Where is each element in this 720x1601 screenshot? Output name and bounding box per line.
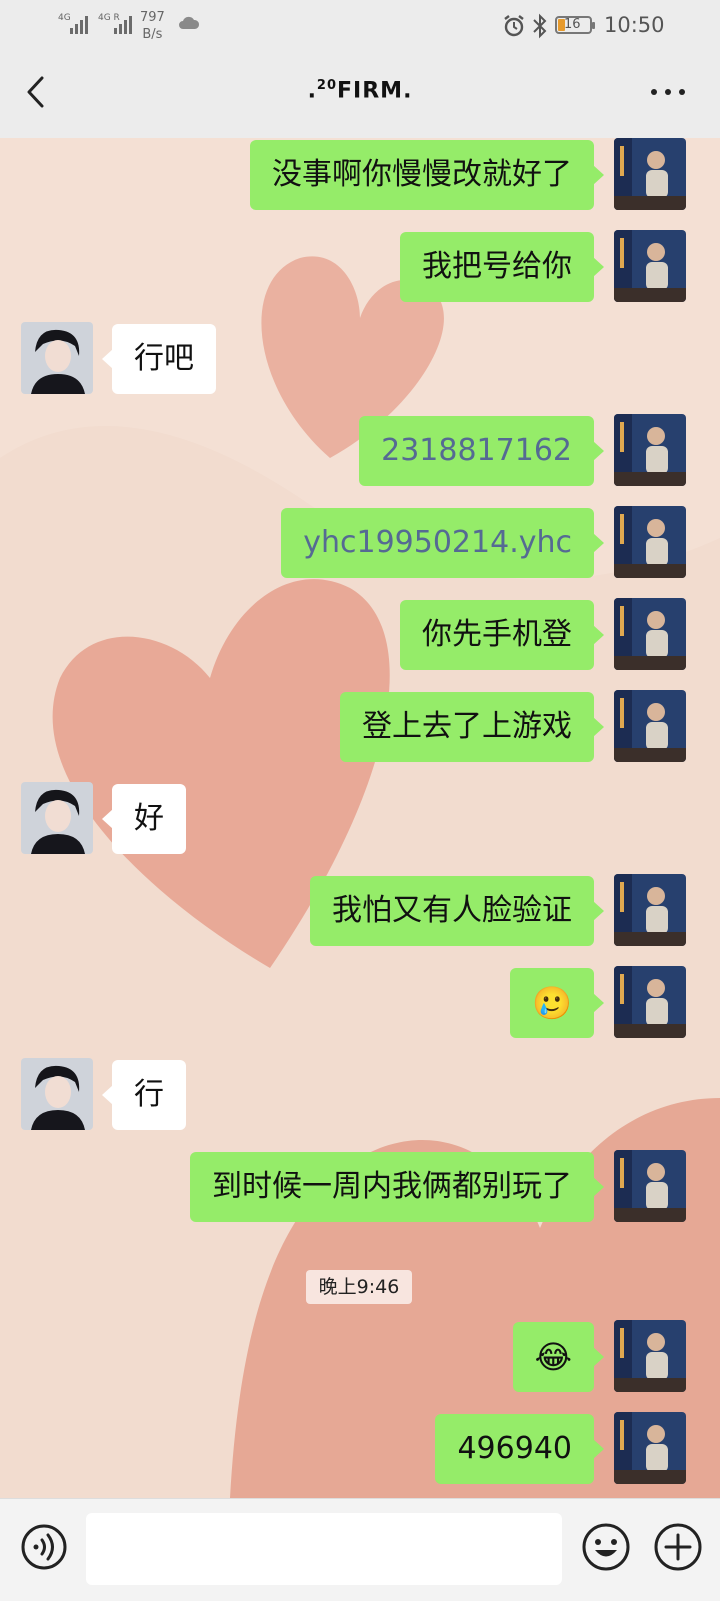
status-time: 10:50 [604,13,665,37]
bluetooth-icon [533,13,547,39]
nav-bar: .20FIRM. [0,52,720,138]
signal-1-icon [70,16,88,34]
contact-avatar[interactable] [21,1058,93,1130]
message-row: 到时候一周内我俩都别玩了 [0,1150,720,1222]
more-dots-icon[interactable] [648,84,688,100]
my-avatar[interactable] [614,506,686,578]
chat-title: .20FIRM. [0,78,720,103]
my-avatar[interactable] [614,1412,686,1484]
my-avatar[interactable] [614,230,686,302]
sent-bubble[interactable]: yhc19950214.yhc [281,508,604,578]
my-avatar[interactable] [614,598,686,670]
title-main: FIRM. [337,78,413,104]
contact-avatar[interactable] [21,322,93,394]
sent-bubble[interactable]: 到时候一周内我俩都别玩了 [190,1152,604,1222]
message-row: 好 [0,782,720,854]
my-avatar[interactable] [614,966,686,1038]
plus-icon[interactable] [652,1521,704,1573]
status-bar: 4G 4G R 797 B/s 16 10:50 [0,0,720,52]
message-row: 你先手机登 [0,598,720,670]
sent-bubble[interactable]: 我怕又有人脸验证 [310,876,604,946]
signal-2-icon [114,16,132,34]
input-bar [0,1498,720,1601]
title-superscript: 20 [316,78,338,93]
message-row: 行吧 [0,322,720,394]
received-bubble[interactable]: 好 [102,784,186,854]
net-speed-unit: B/s [142,27,163,42]
my-avatar[interactable] [614,1150,686,1222]
message-row: 🥲 [0,966,720,1038]
message-row: 我怕又有人脸验证 [0,874,720,946]
battery-icon: 16 [555,16,595,34]
sent-bubble[interactable]: 你先手机登 [400,600,604,670]
net-speed: 797 B/s [140,9,165,43]
sent-bubble[interactable]: 496940 [435,1414,604,1484]
top-bar: 4G 4G R 797 B/s 16 10:50 .20FIRM. [0,0,720,138]
my-avatar[interactable] [614,1320,686,1392]
contact-avatar[interactable] [21,782,93,854]
message-row: 没事啊你慢慢改就好了 [0,138,720,210]
timestamp: 晚上9:46 [306,1270,412,1304]
message-row: 496940 [0,1412,720,1484]
emoji-icon[interactable] [580,1521,632,1573]
message-row: 2318817162 [0,414,720,486]
message-list[interactable]: 没事啊你慢慢改就好了 我把号给你 行吧 2318817162 yhc199502… [0,138,720,1498]
my-avatar[interactable] [614,874,686,946]
sent-bubble[interactable]: 没事啊你慢慢改就好了 [250,140,604,210]
message-row: 登上去了上游戏 [0,690,720,762]
received-bubble[interactable]: 行吧 [102,324,216,394]
cloud-icon [179,16,200,29]
net-speed-value: 797 [140,10,165,25]
received-bubble[interactable]: 行 [102,1060,186,1130]
message-row: 我把号给你 [0,230,720,302]
my-avatar[interactable] [614,414,686,486]
my-avatar[interactable] [614,690,686,762]
title-prefix: . [307,78,317,104]
alarm-icon [504,15,524,37]
message-input[interactable] [86,1513,562,1585]
sent-bubble[interactable]: 登上去了上游戏 [340,692,604,762]
sent-bubble[interactable]: 😂 [512,1322,605,1392]
sent-bubble[interactable]: 我把号给你 [400,232,604,302]
sent-bubble[interactable]: 🥲 [510,968,604,1038]
message-row: 😂 [0,1320,720,1392]
signal-1-label: 4G [58,13,71,23]
message-row: 行 [0,1058,720,1130]
message-row: yhc19950214.yhc [0,506,720,578]
battery-level: 16 [564,17,581,32]
sent-bubble[interactable]: 2318817162 [359,416,604,486]
voice-icon[interactable] [20,1523,68,1571]
my-avatar[interactable] [614,138,686,210]
